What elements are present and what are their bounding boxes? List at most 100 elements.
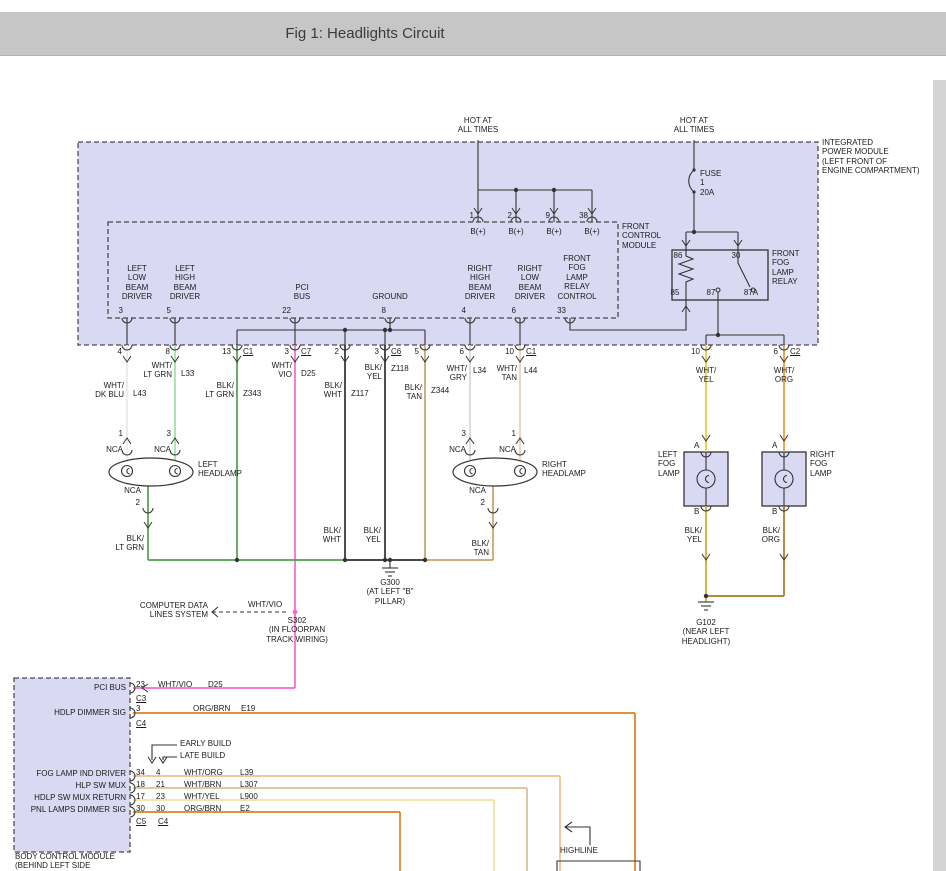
left-head-pin-a: 1	[110, 429, 123, 438]
conn-p5: 5	[398, 347, 419, 356]
bplus-label-4: B(+)	[578, 227, 606, 236]
wire-l33-id: L33	[181, 369, 209, 378]
bplus-label-3: B(+)	[540, 227, 568, 236]
left-fog-pin-b: B	[694, 507, 703, 516]
bcm-pci-id: D25	[208, 680, 234, 689]
left-fog-caption: LEFT FOG LAMP	[658, 450, 684, 478]
left-headlamp-caption: LEFT HEADLAMP	[198, 460, 268, 479]
left-head-pin-gnd: 2	[127, 498, 140, 507]
relay-pin-30: 30	[729, 251, 743, 260]
wire-z344-id: Z344	[431, 386, 461, 395]
left-fog-gnd-label: BLK/ YEL	[662, 526, 702, 545]
wiring-diagram-page: Fig 1: Headlights Circuit	[0, 0, 946, 871]
bcm-dimmer-id: E19	[241, 704, 267, 713]
bcm-sig-pnl: PNL LAMPS DIMMER SIG	[14, 805, 126, 814]
conn-p3a: 3	[268, 347, 289, 356]
right-fog-gnd-label: BLK/ ORG	[740, 526, 780, 545]
wire-z118-id: Z118	[391, 364, 421, 373]
bcm-row3-wire: ORG/BRN	[184, 804, 234, 813]
ipm-caption: INTEGRATED POWER MODULE (LEFT FRONT OF E…	[822, 138, 934, 176]
bcm-row3-early: 30	[136, 804, 152, 813]
right-headlamp-symbol	[453, 458, 537, 486]
g300-left-wire-label: BLK/ WHT	[301, 526, 341, 545]
right-head-nca-gnd: NCA	[459, 486, 486, 495]
left-fog-pin-a: A	[694, 441, 703, 450]
bcm-row0-early: 34	[136, 768, 152, 777]
bcm-pci-wire: WHT/VIO	[158, 680, 200, 689]
fcm-pin-22: 22	[271, 306, 291, 315]
bcm-row2-early: 17	[136, 792, 152, 801]
bplus-label-2: B(+)	[502, 227, 530, 236]
bcm-row2-id: L900	[240, 792, 270, 801]
bplus-pin-9: 9	[536, 211, 550, 220]
left-head-nca-a: NCA	[96, 445, 123, 454]
bplus-label-1: B(+)	[464, 227, 492, 236]
right-fog-pin-b: B	[772, 507, 781, 516]
conn-p13: 13	[210, 347, 231, 356]
bcm-row1-id: L307	[240, 780, 270, 789]
left-head-gnd-label: BLK/ LT GRN	[104, 534, 144, 553]
driver-left-low-label: LEFT LOW BEAM DRIVER	[112, 264, 162, 302]
hot-left-label: HOT AT ALL TIMES	[448, 116, 508, 135]
bcm-conn-c4: C4	[158, 817, 174, 826]
bplus-pin-1: 1	[460, 211, 474, 220]
conn-p2: 2	[318, 347, 339, 356]
g300-right-wire-label: BLK/ YEL	[341, 526, 381, 545]
wire-l44-id: L44	[524, 366, 550, 375]
bcm-sig-hlp: HLP SW MUX	[24, 781, 126, 790]
bcm-row0-id: L39	[240, 768, 270, 777]
bcm-row0-wire: WHT/ORG	[184, 768, 234, 777]
conn-c1b: C1	[526, 347, 546, 356]
conn-p6b: 6	[756, 347, 778, 356]
bcm-row0-late: 4	[156, 768, 172, 777]
wire-z117-id: Z117	[351, 389, 381, 398]
fcm-pin-4: 4	[450, 306, 466, 315]
fcm-pin-33: 33	[546, 306, 566, 315]
bplus-pin-2: 2	[498, 211, 512, 220]
g102-label: G102 (NEAR LEFT HEADLIGHT)	[666, 618, 746, 646]
bcm-dimmer-pin: 3	[136, 704, 152, 713]
s302-label: S302 (IN FLOORPAN TRACK WIRING)	[253, 616, 341, 644]
conn-c1: C1	[243, 347, 263, 356]
driver-right-low-label: RIGHT LOW BEAM DRIVER	[505, 264, 555, 302]
bcm-caption: BODY CONTROL MODULE (BEHIND LEFT SIDE	[15, 852, 155, 871]
bcm-row3-id: E2	[240, 804, 270, 813]
bplus-pin-38: 38	[570, 211, 588, 220]
bcm-row2-wire: WHT/YEL	[184, 792, 234, 801]
conn-p8: 8	[150, 347, 170, 356]
wire-fog-right-feed-name: WHT/ ORG	[764, 366, 804, 385]
wire-z343-name: BLK/ LT GRN	[194, 381, 234, 400]
left-head-nca-b: NCA	[144, 445, 171, 454]
fcm-pin-3: 3	[107, 306, 123, 315]
wire-z118-name: BLK/ YEL	[342, 363, 382, 382]
driver-right-high-label: RIGHT HIGH BEAM DRIVER	[455, 264, 505, 302]
bcm-row2-late: 23	[156, 792, 172, 801]
conn-p10b: 10	[678, 347, 700, 356]
conn-c2: C2	[790, 347, 810, 356]
driver-ground-label: GROUND	[360, 292, 420, 301]
fcm-pin-6: 6	[500, 306, 516, 315]
wire-l43-name: WHT/ DK BLU	[84, 381, 124, 400]
highline-box	[557, 861, 640, 871]
wire-d25-name: WHT/ VIO	[252, 361, 292, 380]
bcm-sig-fog: FOG LAMP IND DRIVER	[16, 769, 126, 778]
bcm-row1-wire: WHT/BRN	[184, 780, 234, 789]
fuse-label: FUSE 1 20A	[700, 169, 736, 197]
wire-fog-left-feed-name: WHT/ YEL	[686, 366, 726, 385]
computer-data-label: COMPUTER DATA LINES SYSTEM	[116, 601, 208, 620]
s302-splice-dot	[293, 610, 298, 615]
early-build-label: EARLY BUILD	[180, 739, 240, 748]
wire-z117-name: BLK/ WHT	[302, 381, 342, 400]
bcm-sig-dimmer: HDLP DIMMER SIG	[24, 708, 126, 717]
bcm-row1-early: 18	[136, 780, 152, 789]
late-build-label: LATE BUILD	[180, 751, 240, 760]
relay-pin-85: 85	[668, 288, 682, 297]
fcm-pin-5: 5	[155, 306, 171, 315]
right-headlamp-caption: RIGHT HEADLAMP	[542, 460, 612, 479]
bcm-row3-late: 30	[156, 804, 172, 813]
ground-symbols	[382, 560, 714, 610]
right-fog-pin-a: A	[772, 441, 781, 450]
right-head-nca-a: NCA	[439, 445, 466, 454]
driver-left-high-label: LEFT HIGH BEAM DRIVER	[160, 264, 210, 302]
left-head-pin-b: 3	[158, 429, 171, 438]
